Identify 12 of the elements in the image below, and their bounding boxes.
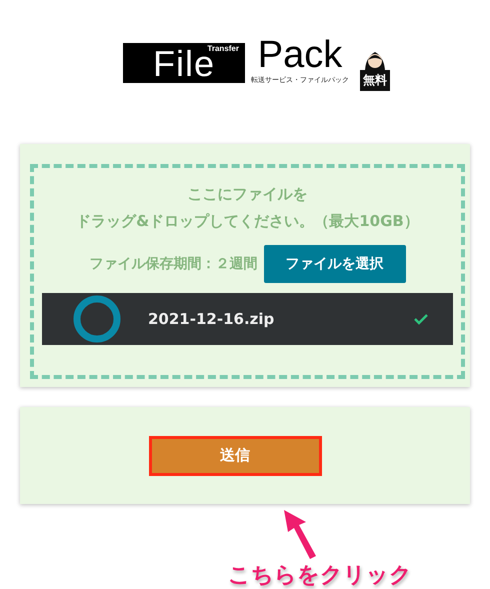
ring-icon <box>72 294 122 344</box>
drop-message: ここにファイルを <box>188 184 308 205</box>
file-name: 2021-12-16.zip <box>148 310 276 328</box>
drop-message: ドラッグ&ドロップしてください。（最大10GB） <box>76 211 419 232</box>
send-button[interactable]: 送信 <box>148 436 322 476</box>
logo-word: Pack <box>258 35 342 75</box>
logo-superscript: Transfer <box>207 44 239 53</box>
annotation-text: こちらをクリック <box>228 562 412 589</box>
drop-zone[interactable]: ここにファイルを ドラッグ&ドロップしてください。（最大10GB） ファイル保存期間：２週間 ファイルを選択 2021-12-16.zip <box>30 164 465 379</box>
select-file-button[interactable]: ファイルを選択 <box>264 245 406 283</box>
free-badge: 無料 <box>360 70 390 91</box>
retention-label: ファイル保存期間：２週間 <box>90 255 258 273</box>
